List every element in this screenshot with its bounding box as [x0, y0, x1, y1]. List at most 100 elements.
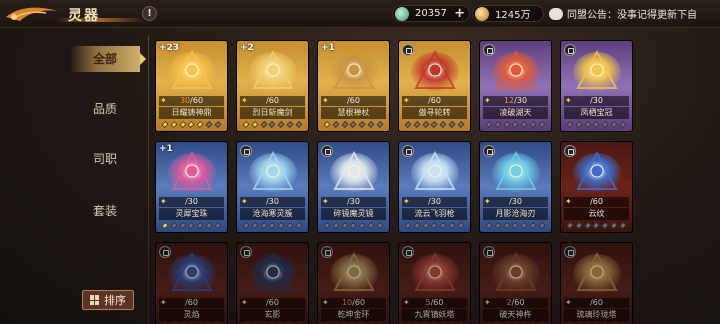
lock-icon — [483, 246, 495, 258]
progress-bar: ✦ /30 — [483, 197, 548, 207]
progress-max: /30 — [266, 197, 279, 206]
enhance-badge: +23 — [159, 43, 180, 53]
artifact-card[interactable]: ✦ 2/60 破天神杵 — [479, 242, 552, 324]
artifact-card[interactable]: ✦ /30 月影沧海刃 — [479, 141, 552, 233]
star-pip — [205, 121, 213, 128]
tab-role[interactable]: 司职 — [70, 146, 140, 172]
artifact-name: 碎镜魔灵镜 — [321, 208, 386, 220]
artifact-card[interactable]: +2 ✦ /60 烈日斩魔剑 — [236, 40, 309, 132]
tab-quality[interactable]: 品质 — [70, 96, 140, 122]
star-pip — [610, 222, 618, 229]
progress-current: 30 — [179, 96, 191, 105]
sort-button[interactable]: 排序 — [82, 290, 134, 310]
coin-icon — [475, 6, 489, 21]
progress-bar: ✦ 10/60 — [321, 298, 386, 308]
help-icon[interactable]: ! — [142, 6, 157, 21]
star-pip — [610, 121, 618, 128]
artifact-card[interactable]: ✦ 10/60 乾坤金环 — [317, 242, 390, 324]
page-title: 灵器 — [68, 8, 100, 24]
progress-max: /60 — [430, 298, 444, 307]
artifact-card[interactable]: ✦ /60 傲寻轮转 — [398, 40, 471, 132]
sidebar-divider — [148, 36, 149, 324]
top-bar: 灵器 ! 20357 + 1245万 同盟公告：没事记得更新下自 — [0, 0, 720, 28]
star-pip — [323, 222, 331, 229]
notice-text: 同盟公告：没事记得更新下自 — [567, 10, 697, 21]
progress-max: /60 — [428, 96, 441, 105]
star-pip — [170, 222, 178, 229]
jade-value: 20357 — [415, 8, 447, 19]
artifact-card[interactable]: ✦ /60 玄影 — [236, 242, 309, 324]
progress-bar: ✦ /30 — [564, 96, 629, 106]
star-pip — [422, 222, 430, 229]
lock-icon — [402, 44, 414, 56]
star-pip — [332, 222, 340, 229]
artifact-card[interactable]: ✦ /60 云纹 — [560, 141, 633, 233]
progress-bar: ✦ /60 — [240, 298, 305, 308]
star-pip — [350, 222, 357, 229]
star-rating — [485, 222, 546, 230]
tab-set[interactable]: 套装 — [70, 198, 140, 224]
star-pip — [260, 222, 268, 229]
back-icon[interactable] — [2, 1, 62, 27]
star-pip — [494, 222, 502, 229]
star-pip — [422, 121, 430, 128]
alliance-notice[interactable]: 同盟公告：没事记得更新下自 — [549, 5, 719, 22]
progress-text: /30 — [483, 197, 548, 207]
star-pip — [512, 222, 519, 229]
star-pip — [601, 121, 609, 128]
chat-bubble-icon — [549, 7, 563, 20]
artifact-card[interactable]: +1 ✦ /60 慧根禅杖 — [317, 40, 390, 132]
star-pip — [341, 222, 349, 229]
progress-max: /60 — [590, 197, 603, 206]
star-pip — [485, 222, 493, 229]
tab-all[interactable]: 全部 — [70, 46, 146, 72]
star-pip — [448, 222, 456, 229]
artifact-card[interactable]: +23 ✦ 30/60 日耀铸神鼎 — [155, 40, 228, 132]
artifact-card[interactable]: ✦ /60 琉璃玲珑塔 — [560, 242, 633, 324]
progress-max: /30 — [347, 197, 360, 206]
artifact-card[interactable]: ✦ 5/60 九霄镇妖塔 — [398, 242, 471, 324]
star-pip — [439, 222, 447, 229]
star-rating — [161, 121, 222, 129]
star-pip — [601, 222, 609, 229]
star-pip — [251, 222, 259, 229]
star-pip — [413, 222, 421, 229]
progress-max: /60 — [511, 298, 525, 307]
progress-bar: ✦ /60 — [402, 96, 467, 106]
star-rating — [323, 121, 384, 129]
star-pip — [619, 121, 627, 128]
progress-text: /60 — [240, 96, 305, 106]
lock-icon — [564, 145, 576, 157]
star-rating — [161, 222, 222, 230]
star-rating — [566, 121, 627, 129]
star-rating — [404, 121, 465, 129]
star-pip — [376, 222, 384, 229]
add-jade-button[interactable]: + — [454, 6, 465, 21]
progress-bar: ✦ 12/30 — [483, 96, 548, 106]
artifact-card[interactable]: ✦ /30 沧海寒灵簇 — [236, 141, 309, 233]
star-pip — [323, 121, 331, 128]
artifact-card[interactable]: ✦ /30 碎镜魔灵镜 — [317, 141, 390, 233]
artifact-card[interactable]: +1 ✦ /30 灵犀宝珠 — [155, 141, 228, 233]
artifact-card[interactable]: ✦ /30 凤栖宝冠 — [560, 40, 633, 132]
enhance-badge: +1 — [159, 144, 173, 154]
progress-bar: ✦ /30 — [240, 197, 305, 207]
star-pip — [494, 121, 502, 128]
progress-max: /60 — [185, 298, 198, 307]
lock-icon — [483, 44, 495, 56]
star-pip — [512, 121, 519, 128]
progress-max: /60 — [266, 96, 279, 105]
progress-text: /60 — [564, 298, 629, 308]
lock-icon — [240, 145, 252, 157]
artifact-card[interactable]: ✦ /60 灵焰 — [155, 242, 228, 324]
lock-icon — [321, 246, 333, 258]
artifact-card[interactable]: ✦ 12/30 凌破湖天 — [479, 40, 552, 132]
artifact-card[interactable]: ✦ /30 流云飞羽枪 — [398, 141, 471, 233]
enhance-badge: +1 — [321, 43, 335, 53]
star-pip — [242, 222, 250, 229]
star-pip — [593, 121, 600, 128]
artifact-name: 烈日斩魔剑 — [240, 107, 305, 119]
progress-text: 5/60 — [402, 298, 467, 308]
progress-max: /30 — [185, 197, 198, 206]
star-pip — [431, 222, 438, 229]
